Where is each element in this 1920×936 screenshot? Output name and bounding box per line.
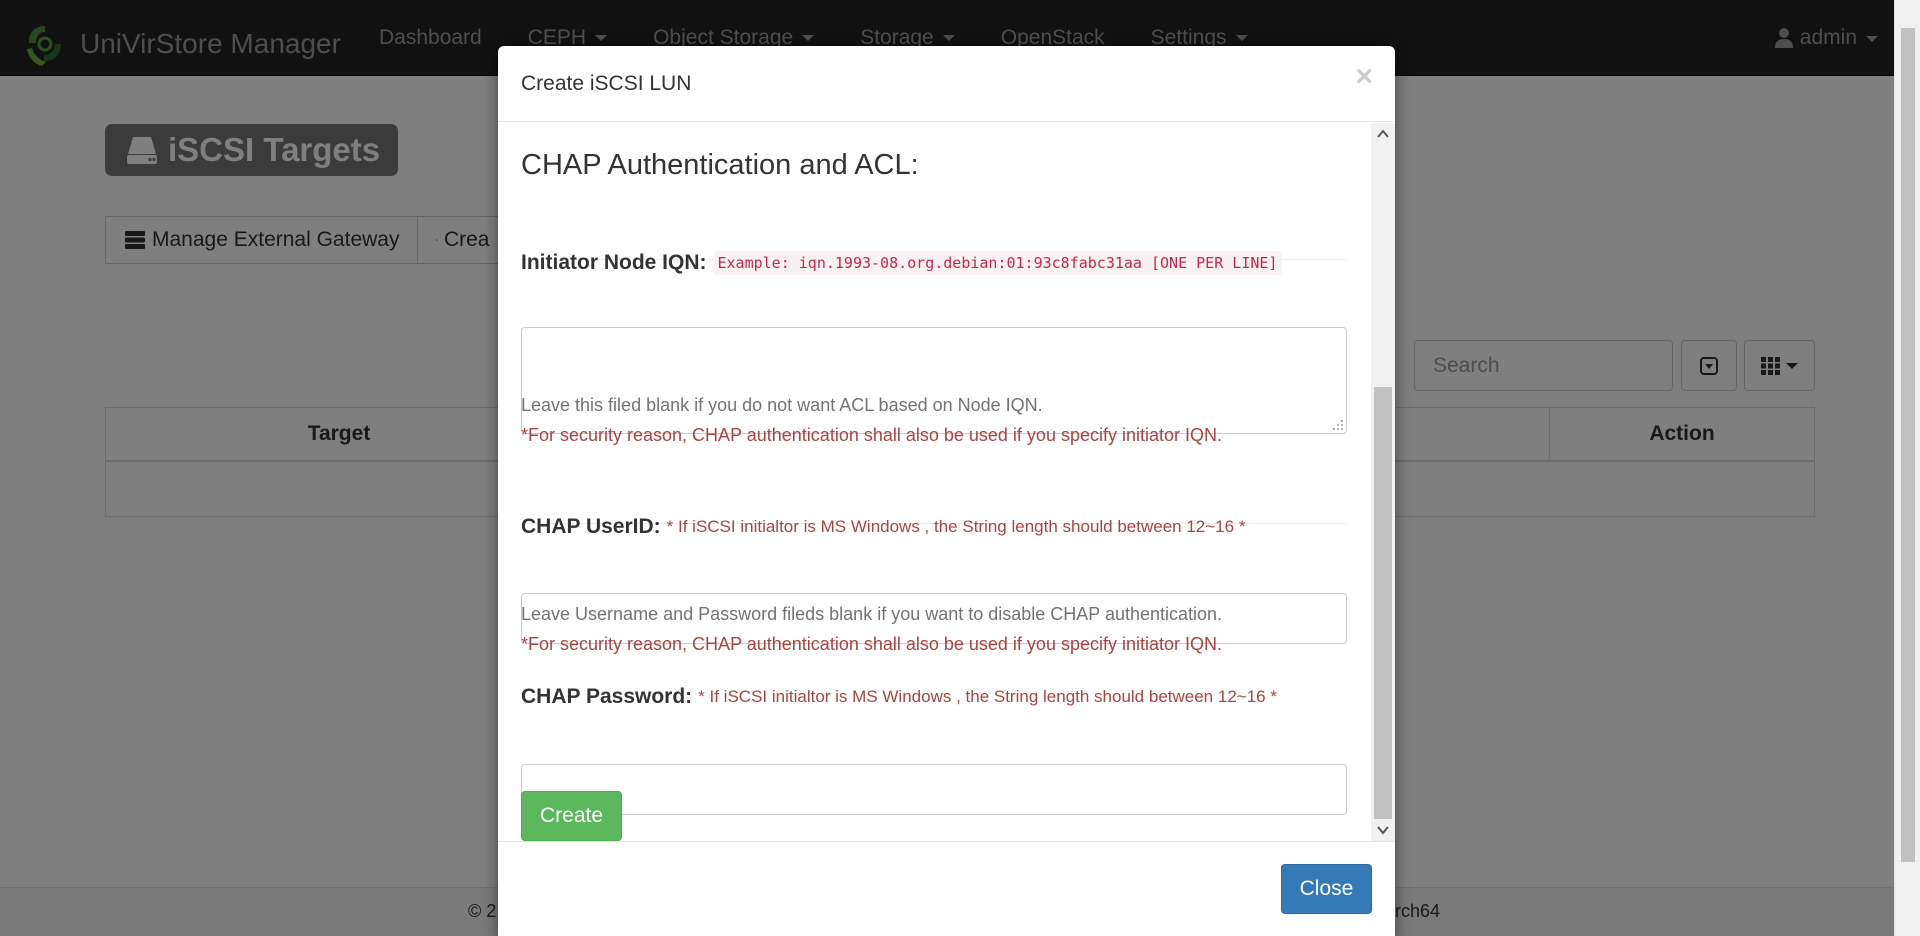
initiator-iqn-textarea[interactable] bbox=[521, 327, 1347, 434]
resize-grip-icon[interactable] bbox=[1332, 419, 1344, 431]
modal-scrollbar-thumb[interactable] bbox=[1374, 387, 1392, 819]
scroll-down-arrow-icon[interactable] bbox=[1376, 823, 1390, 837]
modal-footer: Close bbox=[498, 841, 1395, 936]
initiator-iqn-warning: *For security reason, CHAP authenticatio… bbox=[521, 425, 1223, 445]
chap-userid-label: CHAP UserID: * If iSCSI initialtor is MS… bbox=[521, 511, 1245, 543]
chap-userid-hint: * If iSCSI initialtor is MS Windows , th… bbox=[666, 517, 1246, 536]
modal-title: Create iSCSI LUN bbox=[521, 72, 692, 95]
initiator-iqn-label-text: Initiator Node IQN: bbox=[521, 251, 707, 274]
chap-userid-label-text: CHAP UserID: bbox=[521, 515, 661, 538]
chap-password-input[interactable] bbox=[521, 764, 1347, 815]
initiator-iqn-label: Initiator Node IQN: Example: iqn.1993-08… bbox=[521, 247, 1283, 279]
chap-password-label: CHAP Password: * If iSCSI initialtor is … bbox=[521, 681, 1277, 713]
page-scrollbar-thumb[interactable] bbox=[1901, 28, 1915, 862]
chap-userid-warning: *For security reason, CHAP authenticatio… bbox=[521, 634, 1223, 654]
initiator-iqn-example: Example: iqn.1993-08.org.debian:01:93c8f… bbox=[712, 251, 1283, 275]
chap-userid-help: Leave Username and Password fileds blank… bbox=[521, 604, 1223, 624]
create-button[interactable]: Create bbox=[521, 791, 622, 841]
modal-header: Create iSCSI LUN × bbox=[498, 46, 1395, 122]
section-title: CHAP Authentication and ACL: bbox=[521, 149, 919, 181]
page-scrollbar[interactable] bbox=[1894, 0, 1920, 936]
close-button[interactable]: Close bbox=[1281, 864, 1372, 914]
initiator-iqn-help: Leave this filed blank if you do not wan… bbox=[521, 395, 1043, 415]
modal-scrollbar[interactable] bbox=[1371, 123, 1395, 841]
chap-password-label-text: CHAP Password: bbox=[521, 685, 693, 708]
chap-password-hint: * If iSCSI initialtor is MS Windows , th… bbox=[698, 687, 1277, 706]
close-icon[interactable]: × bbox=[1355, 60, 1373, 94]
modal-body: CHAP Authentication and ACL: Initiator N… bbox=[498, 123, 1395, 841]
scroll-up-arrow-icon[interactable] bbox=[1376, 127, 1390, 141]
create-iscsi-lun-modal: Create iSCSI LUN × CHAP Authentication a… bbox=[498, 46, 1395, 936]
